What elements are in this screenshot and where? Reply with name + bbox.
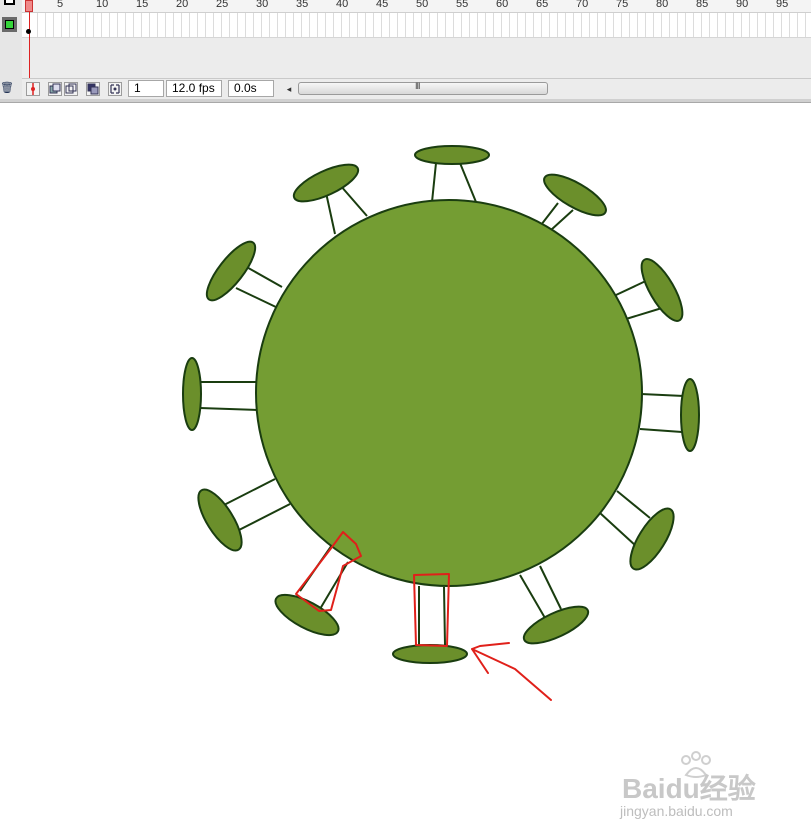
ruler-label: 30 (256, 0, 269, 10)
ruler-label: 95 (776, 0, 789, 10)
stage-canvas[interactable]: Baidu经验 jingyan.baidu.com (0, 103, 811, 819)
timeline-horizontal-scrollbar[interactable]: III (298, 81, 548, 95)
ruler-label: 25 (216, 0, 229, 10)
modify-onion-markers-icon[interactable] (108, 82, 122, 96)
layer-column: 🗑 (0, 0, 23, 101)
ruler-label: 55 (456, 0, 469, 10)
edit-multiple-frames-icon[interactable] (86, 82, 100, 96)
ruler-label: 50 (416, 0, 429, 10)
scroll-grip-icon: III (415, 81, 420, 91)
ruler-label: 15 (136, 0, 149, 10)
spike-stalk (431, 162, 477, 203)
frame-ruler[interactable]: 5 10 15 20 25 30 35 40 45 50 55 60 65 70… (22, 0, 811, 13)
ruler-label: 90 (736, 0, 749, 10)
center-frame-icon[interactable] (26, 82, 40, 96)
spike-head (629, 507, 675, 571)
virus-drawing (182, 145, 700, 701)
spike-stalk (418, 586, 446, 646)
ruler-label: 70 (576, 0, 589, 10)
playhead-line (29, 12, 30, 80)
watermark: Baidu经验 jingyan.baidu.com (618, 751, 768, 821)
spike-head (182, 357, 202, 431)
timeline-panel: 🗑 5 10 15 20 25 30 35 40 45 50 55 60 65 … (0, 0, 811, 101)
frame-rate-field[interactable]: 12.0 fps (166, 80, 222, 97)
playhead-icon[interactable] (25, 0, 33, 12)
watermark-logo: Baidu经验 (622, 773, 756, 804)
spike-head (414, 145, 490, 165)
timeline-status-bar: 1 12.0 fps 0.0s ◂ III (22, 78, 811, 99)
spike-head (197, 488, 243, 552)
empty-timeline-area[interactable] (22, 38, 811, 78)
layer-color-icon[interactable] (2, 17, 17, 32)
layer-frames-row[interactable] (22, 13, 811, 38)
annotation-arrow (471, 642, 552, 701)
scroll-left-icon[interactable]: ◂ (284, 82, 294, 96)
watermark-url: jingyan.baidu.com (620, 803, 733, 819)
ruler-label: 60 (496, 0, 509, 10)
spike-head (274, 593, 340, 637)
ruler-label: 20 (176, 0, 189, 10)
trash-icon[interactable]: 🗑 (0, 82, 14, 94)
spike-head (392, 644, 468, 664)
ruler-label: 45 (376, 0, 389, 10)
spike-head (292, 163, 360, 203)
ruler-label: 40 (336, 0, 349, 10)
virus-body (255, 199, 643, 587)
onion-skin-outlines-icon[interactable] (64, 82, 78, 96)
spike-stalk (199, 381, 259, 411)
spike-stalk (519, 565, 562, 619)
elapsed-time-field: 0.0s (228, 80, 274, 97)
ruler-label: 85 (696, 0, 709, 10)
ruler-label: 35 (296, 0, 309, 10)
onion-skin-icon[interactable] (48, 82, 62, 96)
current-frame-field[interactable]: 1 (128, 80, 164, 97)
ruler-label: 80 (656, 0, 669, 10)
square-outline-icon[interactable] (4, 0, 15, 5)
ruler-label: 65 (536, 0, 549, 10)
ruler-label: 10 (96, 0, 109, 10)
spike-head (522, 605, 590, 645)
keyframe-dot[interactable] (26, 29, 31, 34)
ruler-label: 5 (57, 0, 64, 10)
spike-stalk (639, 393, 685, 433)
spike-head (640, 258, 684, 322)
ruler-label: 75 (616, 0, 629, 10)
spike-head (680, 378, 700, 452)
